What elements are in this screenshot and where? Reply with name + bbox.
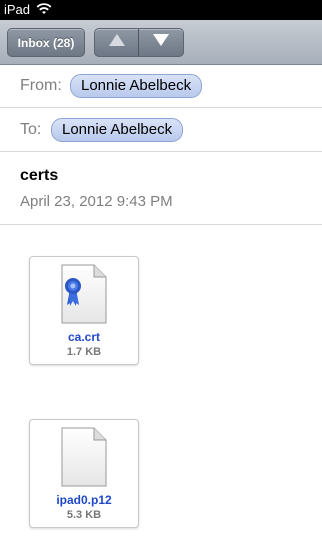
certificate-file-icon [60, 263, 108, 330]
attachment-ca-crt[interactable]: ca.crt 1.7 KB [29, 256, 139, 365]
next-message-button[interactable] [139, 29, 182, 56]
previous-message-button[interactable] [95, 29, 138, 56]
message-subject: certs [20, 167, 59, 184]
attachment-name: ca.crt [67, 330, 101, 344]
attachment-name: ipad0.p12 [56, 493, 112, 507]
to-label: To: [20, 121, 42, 138]
attachment-size: 5.3 KB [66, 509, 102, 521]
from-label: From: [20, 77, 62, 94]
message-date: April 23, 2012 9:43 PM [20, 193, 173, 210]
to-row: To: Lonnie Abelbeck [0, 108, 322, 152]
attachment-size: 1.7 KB [66, 346, 102, 358]
to-contact-chip[interactable]: Lonnie Abelbeck [51, 118, 184, 142]
generic-file-icon [60, 426, 108, 493]
wifi-icon [36, 3, 52, 18]
attachment-ipad0-p12[interactable]: ipad0.p12 5.3 KB [29, 419, 139, 528]
message-nav-control [94, 28, 184, 57]
arrow-down-icon [152, 33, 170, 52]
arrow-up-icon [108, 33, 126, 52]
status-bar: iPad [0, 0, 322, 20]
inbox-button[interactable]: Inbox (28) [7, 28, 85, 57]
mail-toolbar: Inbox (28) [0, 20, 322, 65]
from-contact-chip[interactable]: Lonnie Abelbeck [70, 74, 203, 98]
from-row: From: Lonnie Abelbeck [0, 65, 322, 108]
subject-block: certs April 23, 2012 9:43 PM [0, 152, 322, 225]
device-label: iPad [4, 2, 31, 17]
